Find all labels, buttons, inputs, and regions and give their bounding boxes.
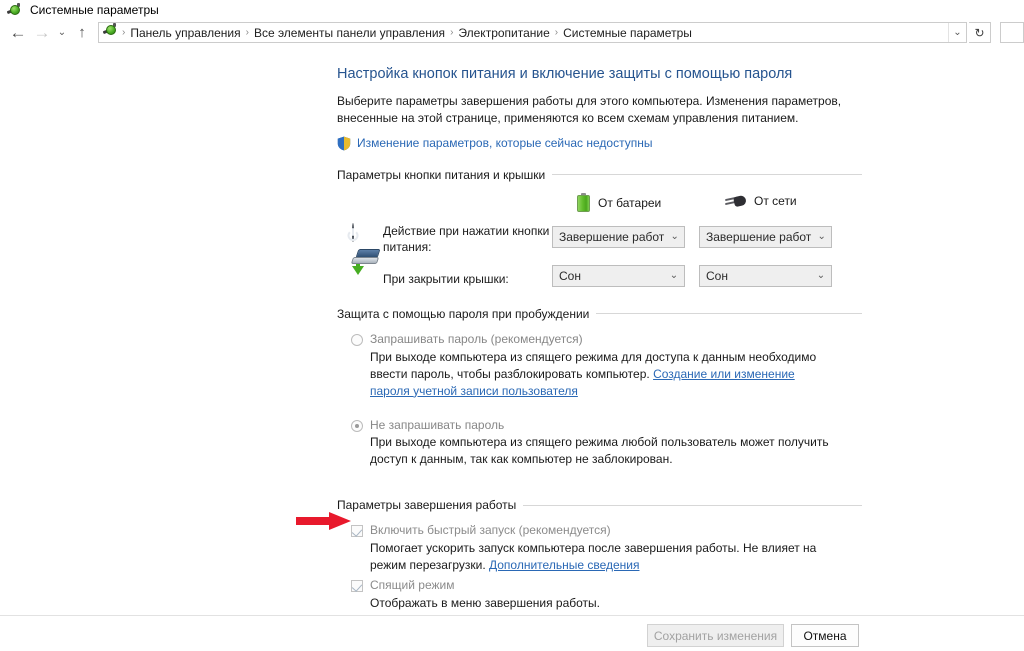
column-header-battery: От батареи (577, 192, 662, 213)
power-options-window: Системные параметры ← → ⌄ ↑ › Панель упр… (0, 0, 1024, 651)
radio-no-password-description: При выходе компьютера из спящего режима … (370, 435, 829, 467)
dropdown-power-button-battery[interactable]: Завершение работы ⌄ (552, 225, 685, 248)
breadcrumb-bar[interactable]: › Панель управления › Все элементы панел… (98, 22, 967, 43)
setting-row-power-button: Действие при нажатии кнопки питания: Зав… (337, 222, 862, 259)
footer-bar: Сохранить изменения Отмена (0, 616, 1024, 651)
radio-require-password-description: При выходе компьютера из спящего режима … (337, 349, 829, 400)
chevron-down-icon: ⌄ (670, 231, 679, 243)
shutdown-section-label: Параметры завершения работы (337, 498, 517, 513)
section-divider (552, 174, 862, 176)
uac-link-label: Изменение параметров, которые сейчас нед… (357, 136, 653, 151)
breadcrumb: › Панель управления › Все элементы панел… (121, 26, 948, 40)
power-options-icon (6, 2, 23, 18)
checkbox-item-fast-startup: Включить быстрый запуск (рекомендуется) … (337, 523, 862, 574)
annotation-arrow-icon (296, 511, 352, 531)
power-button-icon (347, 222, 359, 242)
column-header-mains-label: От сети (754, 193, 797, 208)
column-header-battery-label: От батареи (598, 195, 662, 210)
radio-no-password-label: Не запрашивать пароль (370, 417, 505, 432)
search-input[interactable] (1000, 22, 1024, 43)
more-info-link[interactable]: Дополнительные сведения (489, 558, 639, 572)
checkbox-icon (351, 579, 363, 592)
checkbox-sleep-description: Отображать в меню завершения работы. (370, 595, 601, 610)
dropdown-power-button-mains[interactable]: Завершение работы ⌄ (699, 225, 832, 248)
breadcrumb-item-0[interactable]: Панель управления (126, 26, 244, 40)
checkbox-sleep[interactable]: Спящий режим (337, 578, 862, 594)
checkbox-icon (351, 525, 363, 538)
address-bar: ← → ⌄ ↑ › Панель управления › Все элемен… (0, 19, 1024, 46)
forward-button[interactable]: → (30, 21, 54, 45)
refresh-button[interactable]: ↻ (969, 22, 991, 43)
dropdown-power-button-mains-value: Завершение работы (706, 229, 813, 244)
chevron-down-icon: ⌄ (816, 270, 826, 282)
password-section-header: Защита с помощью пароля при пробуждении (337, 307, 862, 321)
radio-require-password-label: Запрашивать пароль (рекомендуется) (370, 331, 583, 346)
power-section-label: Параметры кнопки питания и крышки (337, 167, 546, 182)
chevron-down-icon[interactable]: ⌄ (948, 23, 966, 42)
radio-item-no-password: Не запрашивать пароль При выходе компьют… (337, 418, 862, 469)
dropdown-power-button-battery-value: Завершение работы (559, 229, 666, 244)
radio-item-require-password: Запрашивать пароль (рекомендуется) При в… (337, 332, 862, 400)
breadcrumb-item-3[interactable]: Системные параметры (559, 26, 696, 40)
battery-icon (577, 192, 590, 213)
cancel-button[interactable]: Отмена (791, 624, 859, 647)
window-title: Системные параметры (30, 2, 159, 17)
password-section-label: Защита с помощью пароля при пробуждении (337, 306, 590, 321)
column-header-mains: От сети (724, 193, 797, 209)
save-button[interactable]: Сохранить изменения (647, 624, 784, 647)
power-column-headers: От батареи От сети (337, 192, 862, 217)
power-plug-icon (724, 193, 747, 209)
section-divider (596, 313, 862, 315)
shutdown-section-header: Параметры завершения работы (337, 498, 862, 512)
path-power-options-icon (102, 22, 119, 43)
radio-no-password[interactable]: Не запрашивать пароль (337, 418, 862, 434)
section-divider (523, 504, 862, 506)
breadcrumb-item-2[interactable]: Электропитание (454, 26, 553, 40)
back-button[interactable]: ← (6, 21, 30, 45)
chevron-down-icon: ⌄ (817, 231, 826, 243)
radio-require-password[interactable]: Запрашивать пароль (рекомендуется) (337, 332, 862, 348)
checkbox-fast-startup-label: Включить быстрый запуск (рекомендуется) (370, 523, 611, 538)
window-titlebar: Системные параметры (0, 0, 1024, 19)
checkbox-sleep-label: Спящий режим (370, 577, 455, 592)
checkbox-item-sleep: Спящий режим Отображать в меню завершени… (337, 578, 862, 612)
radio-icon (351, 419, 363, 432)
radio-icon (351, 333, 363, 346)
checkbox-fast-startup-description: Помогает ускорить запуск компьютера посл… (337, 540, 817, 574)
dropdown-lid-close-battery-value: Сон (559, 268, 581, 283)
dropdown-lid-close-mains[interactable]: Сон ⌄ (699, 264, 832, 287)
dropdown-lid-close-mains-value: Сон (706, 268, 728, 283)
recent-locations-button[interactable]: ⌄ (54, 21, 70, 45)
page-title: Настройка кнопок питания и включение защ… (337, 66, 793, 82)
breadcrumb-item-1[interactable]: Все элементы панели управления (250, 26, 449, 40)
chevron-down-icon: ⌄ (669, 270, 679, 282)
setting-label-power-button: Действие при нажатии кнопки питания: (383, 223, 550, 255)
power-section-header: Параметры кнопки питания и крышки (337, 168, 862, 182)
checkbox-fast-startup[interactable]: Включить быстрый запуск (рекомендуется) (337, 523, 862, 539)
content-area: Настройка кнопок питания и включение защ… (0, 46, 1024, 647)
page-description: Выберите параметры завершения работы для… (337, 93, 842, 125)
uac-change-settings-link[interactable]: Изменение параметров, которые сейчас нед… (337, 136, 862, 151)
setting-row-lid-close: При закрытии крышки: Сон ⌄ Сон ⌄ (337, 248, 862, 295)
dropdown-lid-close-battery[interactable]: Сон ⌄ (552, 264, 685, 287)
setting-label-lid-close: При закрытии крышки: (383, 271, 509, 286)
shield-icon (337, 136, 351, 151)
up-button[interactable]: ↑ (70, 21, 94, 45)
